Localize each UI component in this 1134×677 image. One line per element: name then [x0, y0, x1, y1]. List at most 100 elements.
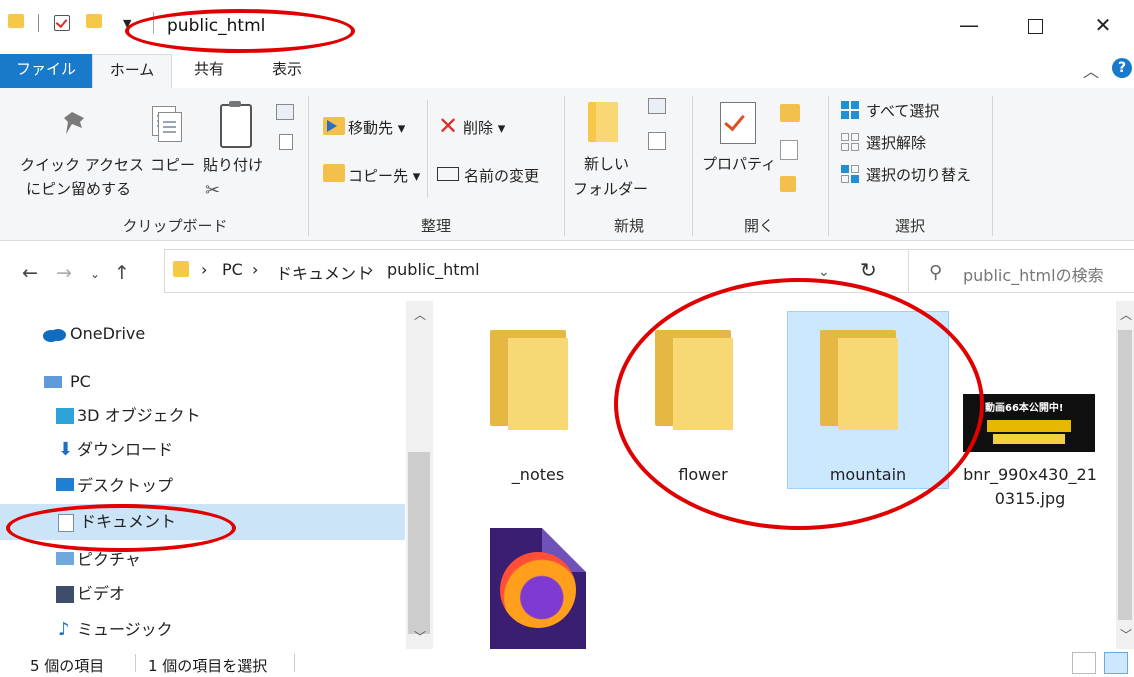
image-thumbnail: 動画66本公開中! — [963, 394, 1095, 452]
file-name: flower — [678, 465, 728, 484]
properties-button[interactable]: プロパティ — [702, 153, 776, 174]
separator — [135, 654, 136, 672]
new-item-icon[interactable] — [648, 98, 666, 114]
select-all-icon — [841, 101, 859, 119]
refresh-button[interactable]: ↻ — [860, 258, 877, 282]
breadcrumb-public-html[interactable]: public_html — [387, 260, 480, 279]
select-all-button[interactable]: すべて選択 — [866, 100, 939, 121]
documents-icon — [58, 514, 74, 532]
close-button[interactable]: ✕ — [1080, 10, 1126, 44]
folder-icon — [8, 14, 24, 28]
separator — [153, 12, 154, 34]
move-to-button[interactable]: 移動先 ▾ — [348, 117, 405, 138]
pin-quick-access-label: にピン留めする — [26, 180, 132, 198]
nav-item-label: ミュージック — [77, 620, 173, 639]
delete-icon: ✕ — [438, 112, 459, 140]
separator — [308, 96, 309, 236]
nav-item-label: デスクトップ — [77, 476, 174, 495]
tab-file[interactable]: ファイル — [0, 54, 92, 88]
details-view-button[interactable] — [1072, 652, 1096, 674]
separator — [992, 96, 993, 236]
separator — [828, 96, 829, 236]
file-item-flower[interactable]: flower — [623, 312, 783, 488]
nav-scrollbar-thumb[interactable] — [408, 452, 430, 634]
cloud-icon — [43, 329, 66, 342]
selection-count: 1 個の項目を選択 — [148, 657, 268, 675]
nav-item-pc[interactable]: PC — [0, 364, 405, 400]
nav-item-onedrive[interactable]: OneDrive — [0, 316, 405, 352]
separator — [294, 654, 295, 672]
nav-item-downloads[interactable]: ⬇ ダウンロード — [0, 432, 405, 468]
chevron-up-icon[interactable]: ︿ — [1083, 58, 1099, 82]
back-button[interactable]: ← — [22, 262, 38, 284]
scroll-up-icon[interactable]: ︿ — [1120, 306, 1132, 323]
scroll-down-icon[interactable]: ﹀ — [414, 628, 426, 645]
file-item-mountain[interactable]: mountain — [787, 311, 949, 489]
nav-item-documents[interactable]: ドキュメント — [0, 504, 405, 540]
invert-selection-button[interactable]: 選択の切り替え — [866, 164, 971, 185]
nav-item-music[interactable]: ♪ ミュージック — [0, 612, 405, 648]
paste-icon — [220, 101, 252, 148]
new-folder-button[interactable]: 新しい — [584, 153, 629, 174]
nav-item-desktop[interactable]: デスクトップ — [0, 468, 405, 504]
properties-icon — [720, 102, 756, 144]
file-item-notes[interactable]: _notes — [458, 312, 618, 488]
customize-quick-access-icon[interactable]: ▼ — [123, 17, 131, 30]
group-label-new: 新規 — [613, 217, 644, 235]
scroll-down-icon[interactable]: ﹀ — [1120, 626, 1132, 643]
maximize-button[interactable] — [1012, 10, 1058, 44]
new-folder-label: フォルダー — [573, 180, 649, 198]
content-scrollbar-thumb[interactable] — [1118, 330, 1132, 620]
file-name: bnr_990x430_21 — [963, 465, 1097, 484]
separator — [564, 96, 565, 236]
nav-item-videos[interactable]: ビデオ — [0, 576, 405, 612]
copy-path-icon[interactable] — [276, 104, 294, 120]
minimize-button[interactable]: — — [946, 10, 992, 44]
nav-item-label: ドキュメント — [80, 512, 177, 531]
nav-item-3d-objects[interactable]: 3D オブジェクト — [0, 398, 405, 434]
new-folder-quick-icon[interactable] — [86, 14, 102, 28]
breadcrumb-separator: › — [201, 260, 208, 279]
recent-locations-button[interactable]: ⌄ — [90, 267, 100, 281]
breadcrumb-pc[interactable]: PC — [222, 260, 243, 279]
history-icon[interactable] — [780, 176, 796, 192]
pin-quick-access-button[interactable]: クイック アクセス — [20, 154, 144, 175]
thumbnail-text: 動画66本公開中! — [985, 403, 1064, 414]
scroll-up-icon[interactable]: ︿ — [414, 306, 426, 323]
desktop-icon — [56, 478, 74, 491]
select-none-icon — [841, 133, 859, 151]
rename-button[interactable]: 名前の変更 — [464, 165, 539, 186]
separator — [427, 100, 428, 198]
up-button[interactable]: ↑ — [114, 262, 130, 284]
address-dropdown-icon[interactable]: ⌄ — [818, 264, 830, 280]
open-icon[interactable] — [780, 104, 800, 122]
select-none-button[interactable]: 選択解除 — [866, 132, 926, 153]
paste-button[interactable]: 貼り付け — [203, 154, 263, 175]
forward-button[interactable]: → — [56, 262, 72, 284]
easy-access-icon[interactable] — [648, 132, 666, 150]
properties-quick-icon[interactable] — [54, 15, 70, 31]
tab-view[interactable]: 表示 — [248, 54, 326, 88]
search-icon: ⚲ — [929, 262, 943, 283]
window-title: public_html — [167, 16, 266, 36]
delete-button[interactable]: 削除 ▾ — [463, 117, 505, 138]
move-to-icon — [323, 117, 345, 135]
copy-button[interactable]: コピー — [150, 154, 195, 175]
paste-shortcut-icon[interactable] — [279, 134, 293, 150]
group-label-clipboard: クリップボード — [122, 217, 228, 235]
nav-item-label: ダウンロード — [77, 440, 174, 459]
invert-selection-icon — [841, 165, 859, 183]
nav-item-label: 3D オブジェクト — [77, 406, 201, 425]
separator — [38, 14, 39, 32]
cut-icon[interactable]: ✂ — [205, 180, 220, 201]
help-icon[interactable]: ? — [1112, 58, 1132, 78]
tab-share[interactable]: 共有 — [170, 54, 248, 88]
file-item-html[interactable] — [490, 528, 586, 650]
breadcrumb-documents[interactable]: ドキュメント — [276, 260, 372, 284]
file-name: mountain — [829, 465, 907, 484]
large-icons-view-button[interactable] — [1104, 652, 1128, 674]
edit-icon[interactable] — [780, 140, 798, 160]
nav-item-pictures[interactable]: ピクチャ — [0, 542, 405, 578]
copy-to-button[interactable]: コピー先 ▾ — [348, 165, 420, 186]
tab-home[interactable]: ホーム — [92, 54, 172, 89]
